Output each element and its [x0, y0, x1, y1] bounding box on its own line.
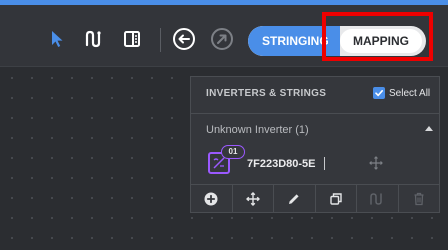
pencil-icon: [289, 194, 299, 204]
inverters-strings-panel: INVERTERS & STRINGS Select All Unknown I…: [190, 76, 440, 213]
cursor-icon: [52, 31, 63, 47]
redo-icon: [211, 28, 233, 50]
inverter-list-item[interactable]: 01 7F223D80-5E: [191, 144, 439, 184]
duplicate-button[interactable]: [316, 185, 357, 213]
route-action-button[interactable]: [357, 185, 399, 213]
mapping-mode-button[interactable]: MAPPING: [340, 29, 422, 53]
add-button[interactable]: [191, 185, 233, 213]
delete-button[interactable]: [399, 185, 440, 213]
trash-icon: [414, 192, 424, 206]
undo-button[interactable]: [170, 25, 198, 53]
panel-header: INVERTERS & STRINGS Select All: [191, 77, 439, 114]
inverter-group-header[interactable]: Unknown Inverter (1): [191, 114, 439, 144]
plus-circle-icon: [204, 192, 218, 206]
route-icon: [85, 30, 101, 48]
checkbox-checked-icon: [373, 87, 385, 99]
redo-button[interactable]: [208, 25, 236, 53]
copy-icon: [330, 193, 342, 205]
mode-toggle: STRINGING MAPPING: [248, 26, 426, 56]
toolbar: STRINGING MAPPING: [0, 5, 448, 67]
select-all-checkbox[interactable]: Select All: [373, 87, 430, 99]
chevron-up-icon: [425, 126, 433, 131]
undo-icon: [173, 28, 195, 50]
panel-title: INVERTERS & STRINGS: [206, 88, 327, 99]
select-tool-button[interactable]: [44, 26, 70, 52]
move-icon: [245, 192, 260, 206]
inverter-group-label: Unknown Inverter (1): [206, 124, 309, 136]
stringing-mode-button[interactable]: STRINGING: [248, 26, 340, 56]
app-root: STRINGING MAPPING INVERTERS & STRINGS Se…: [0, 0, 448, 250]
string-route-tool-button[interactable]: [81, 26, 107, 52]
text-cursor: [324, 157, 325, 170]
move-handle-icon[interactable]: [369, 156, 383, 175]
toolbar-divider: [160, 28, 161, 52]
inverter-number-badge: 01: [221, 145, 245, 159]
route-icon: [370, 193, 382, 205]
select-all-label: Select All: [389, 87, 431, 99]
sidebar-panel-icon: [124, 31, 140, 47]
inverter-id-label: 7F223D80-5E: [247, 158, 316, 170]
move-button[interactable]: [233, 185, 274, 213]
edit-button[interactable]: [274, 185, 316, 213]
panel-footer-actions: [191, 184, 439, 213]
panel-toggle-button[interactable]: [119, 26, 145, 52]
